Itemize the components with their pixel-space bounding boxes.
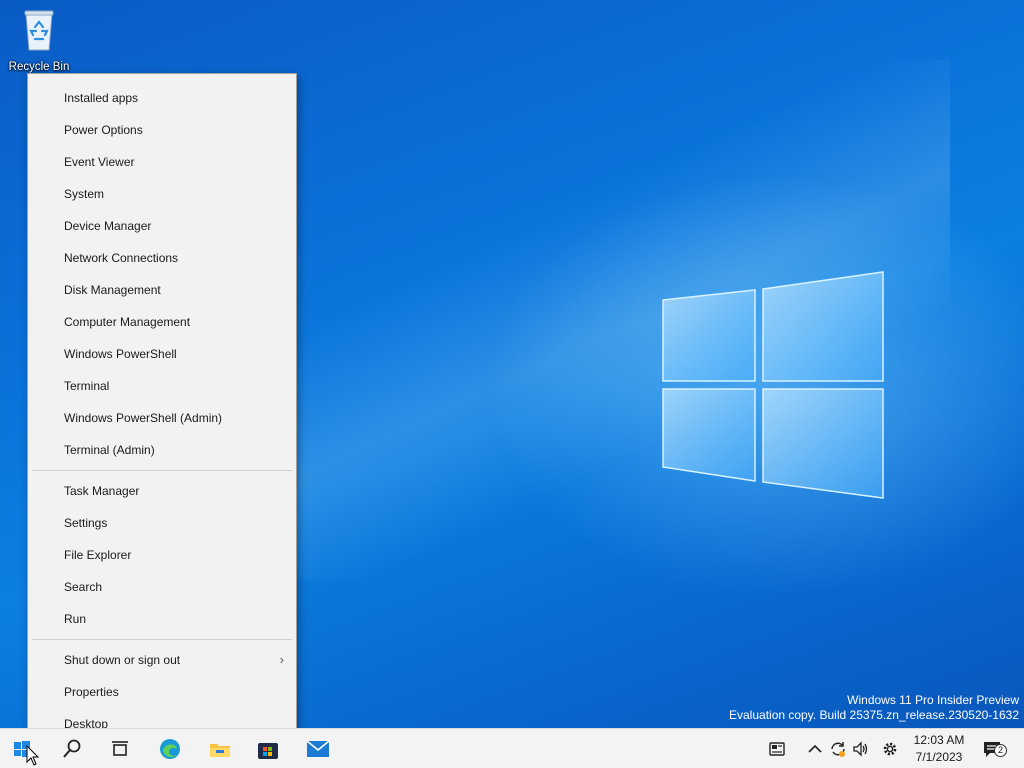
volume-icon[interactable] <box>852 740 870 758</box>
menu-item-disk-management[interactable]: Disk Management <box>28 274 296 306</box>
menu-item-properties[interactable]: Properties <box>28 676 296 708</box>
menu-item-task-manager[interactable]: Task Manager <box>28 475 296 507</box>
menu-item-windows-powershell[interactable]: Windows PowerShell <box>28 338 296 370</box>
recycle-bin-icon <box>24 10 54 51</box>
desktop-icon-label: Recycle Bin <box>8 61 70 73</box>
menu-item-system[interactable]: System <box>28 178 296 210</box>
menu-item-windows-powershell-admin[interactable]: Windows PowerShell (Admin) <box>28 402 296 434</box>
notification-count-badge: 2 <box>994 744 1007 757</box>
settings-icon[interactable] <box>881 740 899 758</box>
menu-item-file-explorer[interactable]: File Explorer <box>28 539 296 571</box>
menu-item-network-connections[interactable]: Network Connections <box>28 242 296 274</box>
menu-item-shut-down-or-sign-out[interactable]: Shut down or sign out › <box>28 644 296 676</box>
clock-time: 12:03 AM <box>913 733 965 747</box>
evaluation-watermark: Windows 11 Pro Insider Preview Evaluatio… <box>729 693 1019 723</box>
mouse-pointer-icon <box>26 745 40 766</box>
store-icon[interactable] <box>256 737 280 761</box>
chevron-up-icon[interactable] <box>806 740 824 758</box>
windows-wallpaper-logo <box>662 271 884 499</box>
taskbar: 12:03 AM 7/1/2023 <box>0 728 1024 768</box>
menu-item-label: Shut down or sign out <box>64 653 181 667</box>
menu-item-search[interactable]: Search <box>28 571 296 603</box>
edge-icon[interactable] <box>158 737 182 761</box>
clock-date: 7/1/2023 <box>915 750 963 764</box>
watermark-line-2: Evaluation copy. Build 25375.zn_release.… <box>729 708 1019 722</box>
menu-item-power-options[interactable]: Power Options <box>28 114 296 146</box>
menu-item-settings[interactable]: Settings <box>28 507 296 539</box>
file-explorer-icon[interactable] <box>208 737 232 761</box>
chevron-right-icon: › <box>279 652 284 667</box>
search-icon[interactable] <box>60 737 84 761</box>
menu-item-event-viewer[interactable]: Event Viewer <box>28 146 296 178</box>
menu-item-installed-apps[interactable]: Installed apps <box>28 82 296 114</box>
mail-icon[interactable] <box>306 737 330 761</box>
menu-separator <box>32 470 292 471</box>
menu-item-terminal[interactable]: Terminal <box>28 370 296 402</box>
sync-icon[interactable] <box>829 740 847 758</box>
menu-item-run[interactable]: Run <box>28 603 296 635</box>
desktop-icon-recycle-bin[interactable]: Recycle Bin <box>6 8 72 73</box>
news-icon[interactable] <box>768 740 786 758</box>
menu-item-computer-management[interactable]: Computer Management <box>28 306 296 338</box>
watermark-line-1: Windows 11 Pro Insider Preview <box>847 693 1019 707</box>
task-view-icon[interactable] <box>108 737 132 761</box>
menu-separator <box>32 639 292 640</box>
menu-item-device-manager[interactable]: Device Manager <box>28 210 296 242</box>
quick-link-menu: Installed apps Power Options Event Viewe… <box>27 73 297 748</box>
menu-item-terminal-admin[interactable]: Terminal (Admin) <box>28 434 296 466</box>
clock[interactable]: 12:03 AM 7/1/2023 <box>904 732 974 766</box>
